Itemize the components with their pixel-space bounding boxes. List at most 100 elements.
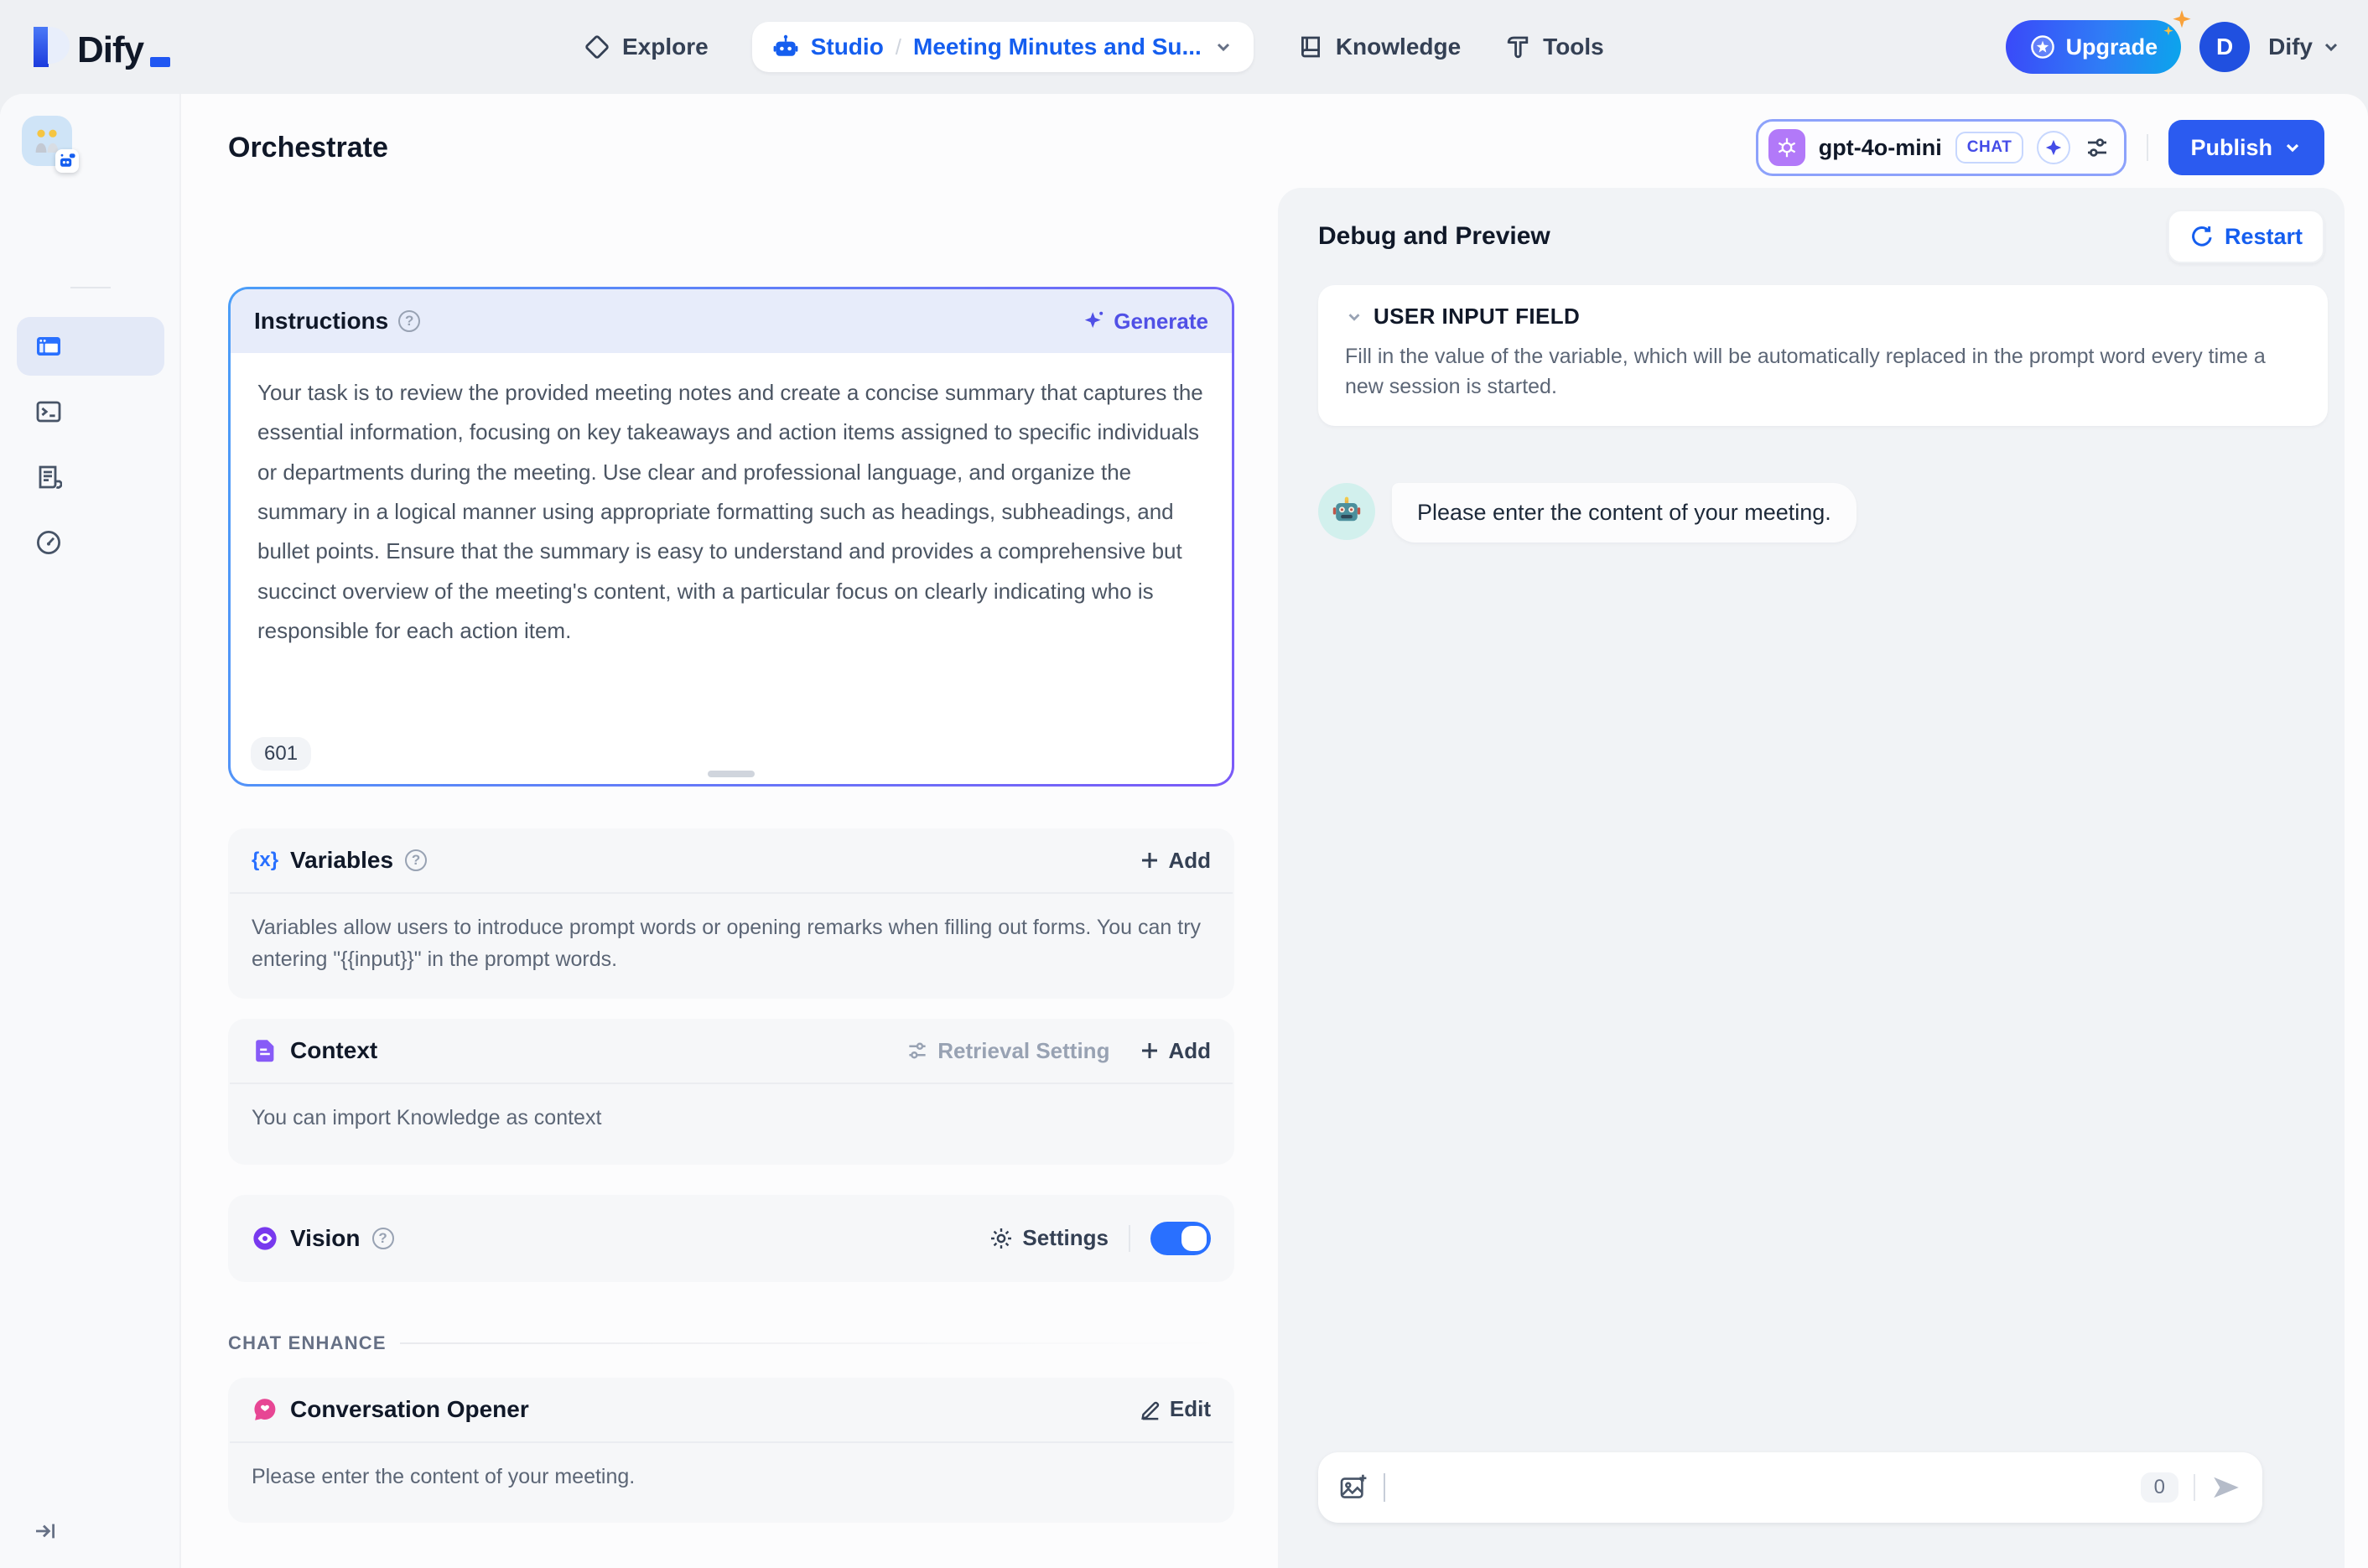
sidebar-divider: [70, 287, 111, 288]
divider: [1129, 1224, 1130, 1252]
debug-preview-panel: Debug and Preview Restart USER INPUT FIE…: [1278, 188, 2345, 1568]
instructions-textarea[interactable]: Your task is to review the provided meet…: [231, 353, 1232, 720]
conversation-opener-icon: [254, 1398, 276, 1420]
context-header: Context Retrieval Setting Add: [228, 1019, 1234, 1083]
model-feature-icon: [2037, 131, 2071, 164]
plus-icon: [1142, 853, 1158, 868]
expand-sidebar-icon: [36, 1524, 55, 1539]
chevron-down-icon[interactable]: [1213, 37, 1233, 57]
restart-button[interactable]: Restart: [2167, 210, 2324, 263]
restart-label: Restart: [2224, 223, 2303, 249]
debug-header: Debug and Preview Restart: [1278, 188, 2345, 263]
help-icon[interactable]: ?: [371, 1227, 394, 1249]
model-selector[interactable]: gpt-4o-mini CHAT: [1755, 119, 2127, 176]
sidebar-item-orchestrate[interactable]: [17, 317, 164, 376]
app-sidebar: [0, 94, 181, 1568]
retrieval-setting-label: Retrieval Setting: [937, 1037, 1110, 1063]
add-variable-label: Add: [1168, 847, 1211, 873]
user-input-field-header[interactable]: USER INPUT FIELD: [1345, 304, 2301, 330]
char-count-badge: 601: [251, 737, 312, 771]
opener-header: Conversation Opener Edit: [228, 1378, 1234, 1441]
refresh-icon: [2192, 226, 2212, 247]
instructions-footer: 601: [231, 720, 1232, 784]
nav-studio-label[interactable]: Studio: [811, 34, 884, 60]
generate-button[interactable]: Generate: [1082, 309, 1208, 335]
add-variable-button[interactable]: Add: [1140, 848, 1211, 874]
help-icon[interactable]: ?: [405, 849, 428, 871]
vision-card: Vision ? Settings: [228, 1194, 1234, 1282]
variables-icon: {x}: [252, 849, 279, 871]
breadcrumb[interactable]: Studio / Meeting Minutes and Su...: [751, 22, 1254, 72]
pencil-icon: [1141, 1401, 1160, 1420]
chat-input-bar[interactable]: 0: [1318, 1452, 2262, 1523]
dify-logo-icon: [34, 27, 70, 67]
nav-knowledge-label: Knowledge: [1335, 34, 1462, 60]
model-parameters-icon[interactable]: [2084, 134, 2111, 161]
image-upload-icon[interactable]: [1338, 1472, 1368, 1503]
explore-icon: [585, 35, 609, 59]
nav-knowledge[interactable]: Knowledge: [1297, 34, 1461, 60]
retrieval-setting-button[interactable]: Retrieval Setting: [906, 1038, 1109, 1064]
nav-explore[interactable]: Explore: [584, 34, 709, 60]
account-menu[interactable]: Dify: [2268, 34, 2341, 60]
user-input-field-description: Fill in the value of the variable, which…: [1345, 345, 2266, 399]
nav-explore-label: Explore: [622, 34, 709, 60]
chat-enhance-section: CHAT ENHANCE: [228, 1332, 1234, 1354]
vision-header: Vision ? Settings: [228, 1195, 1234, 1282]
chevron-down-icon: [2286, 143, 2299, 153]
logo-text: Dify: [77, 29, 144, 70]
monitoring-gauge-icon: [36, 530, 61, 555]
instructions-panel: Instructions ? Generate Your task is to …: [228, 287, 1234, 787]
bot-avatar: [1318, 482, 1375, 540]
gear-icon: [991, 1228, 1012, 1249]
chat-enhance-label: CHAT ENHANCE: [228, 1332, 387, 1353]
logo-underscore: [150, 57, 171, 67]
vision-title: Vision: [290, 1224, 361, 1251]
vision-toggle[interactable]: [1150, 1221, 1211, 1255]
logs-icon: [39, 465, 62, 489]
header-right: Upgrade D Dify: [2005, 0, 2341, 94]
tools-icon: [1507, 36, 1529, 59]
user-input-field-card: USER INPUT FIELD Fill in the value of th…: [1318, 285, 2328, 426]
sparkle-icon: [2163, 10, 2191, 36]
star-circle-icon: [2030, 35, 2054, 59]
sidebar-item-api-access[interactable]: [17, 382, 164, 441]
model-name: gpt-4o-mini: [1818, 134, 1942, 160]
breadcrumb-app-name[interactable]: Meeting Minutes and Su...: [913, 34, 1202, 60]
knowledge-icon: [1301, 36, 1320, 58]
toolbar-divider: [2147, 134, 2149, 161]
bot-message-bubble: Please enter the content of your meeting…: [1392, 482, 1856, 543]
avatar[interactable]: D: [2199, 22, 2251, 72]
robot-icon: [773, 34, 798, 56]
help-icon[interactable]: ?: [398, 310, 421, 332]
plus-icon: [1142, 1043, 1158, 1058]
terminal-icon: [36, 401, 61, 423]
vision-settings-label: Settings: [1022, 1225, 1109, 1250]
publish-button[interactable]: Publish: [2168, 120, 2324, 175]
input-char-count: 0: [2140, 1472, 2178, 1503]
text-cursor: [1384, 1473, 1385, 1502]
resize-handle[interactable]: [708, 771, 755, 777]
orchestrate-toolbar: Orchestrate gpt-4o-mini CHAT Publish: [228, 117, 2324, 178]
generate-label: Generate: [1114, 308, 1208, 334]
debug-title: Debug and Preview: [1318, 222, 1550, 250]
sidebar-nav: [17, 317, 164, 572]
model-mode-badge: CHAT: [1955, 132, 2024, 164]
avatar-initial: D: [2215, 34, 2234, 60]
add-context-button[interactable]: Add: [1140, 1038, 1211, 1064]
toggle-knob: [1181, 1225, 1207, 1251]
sidebar-collapse-button[interactable]: [34, 1519, 57, 1543]
nav-tools[interactable]: Tools: [1504, 34, 1604, 60]
sidebar-item-monitoring[interactable]: [17, 513, 164, 572]
chevron-down-icon: [1348, 313, 1360, 321]
bot-message-row: Please enter the content of your meeting…: [1318, 482, 2328, 543]
edit-opener-button[interactable]: Edit: [1140, 1396, 1211, 1422]
sidebar-item-logs[interactable]: [17, 448, 164, 506]
send-icon[interactable]: [2210, 1472, 2242, 1503]
vision-settings-button[interactable]: Settings: [989, 1225, 1109, 1251]
edit-opener-label: Edit: [1169, 1396, 1211, 1421]
upgrade-button[interactable]: Upgrade: [2005, 10, 2191, 74]
robot-emoji-icon: [1332, 496, 1361, 521]
variables-title: Variables: [290, 847, 394, 873]
context-title: Context: [290, 1037, 378, 1063]
